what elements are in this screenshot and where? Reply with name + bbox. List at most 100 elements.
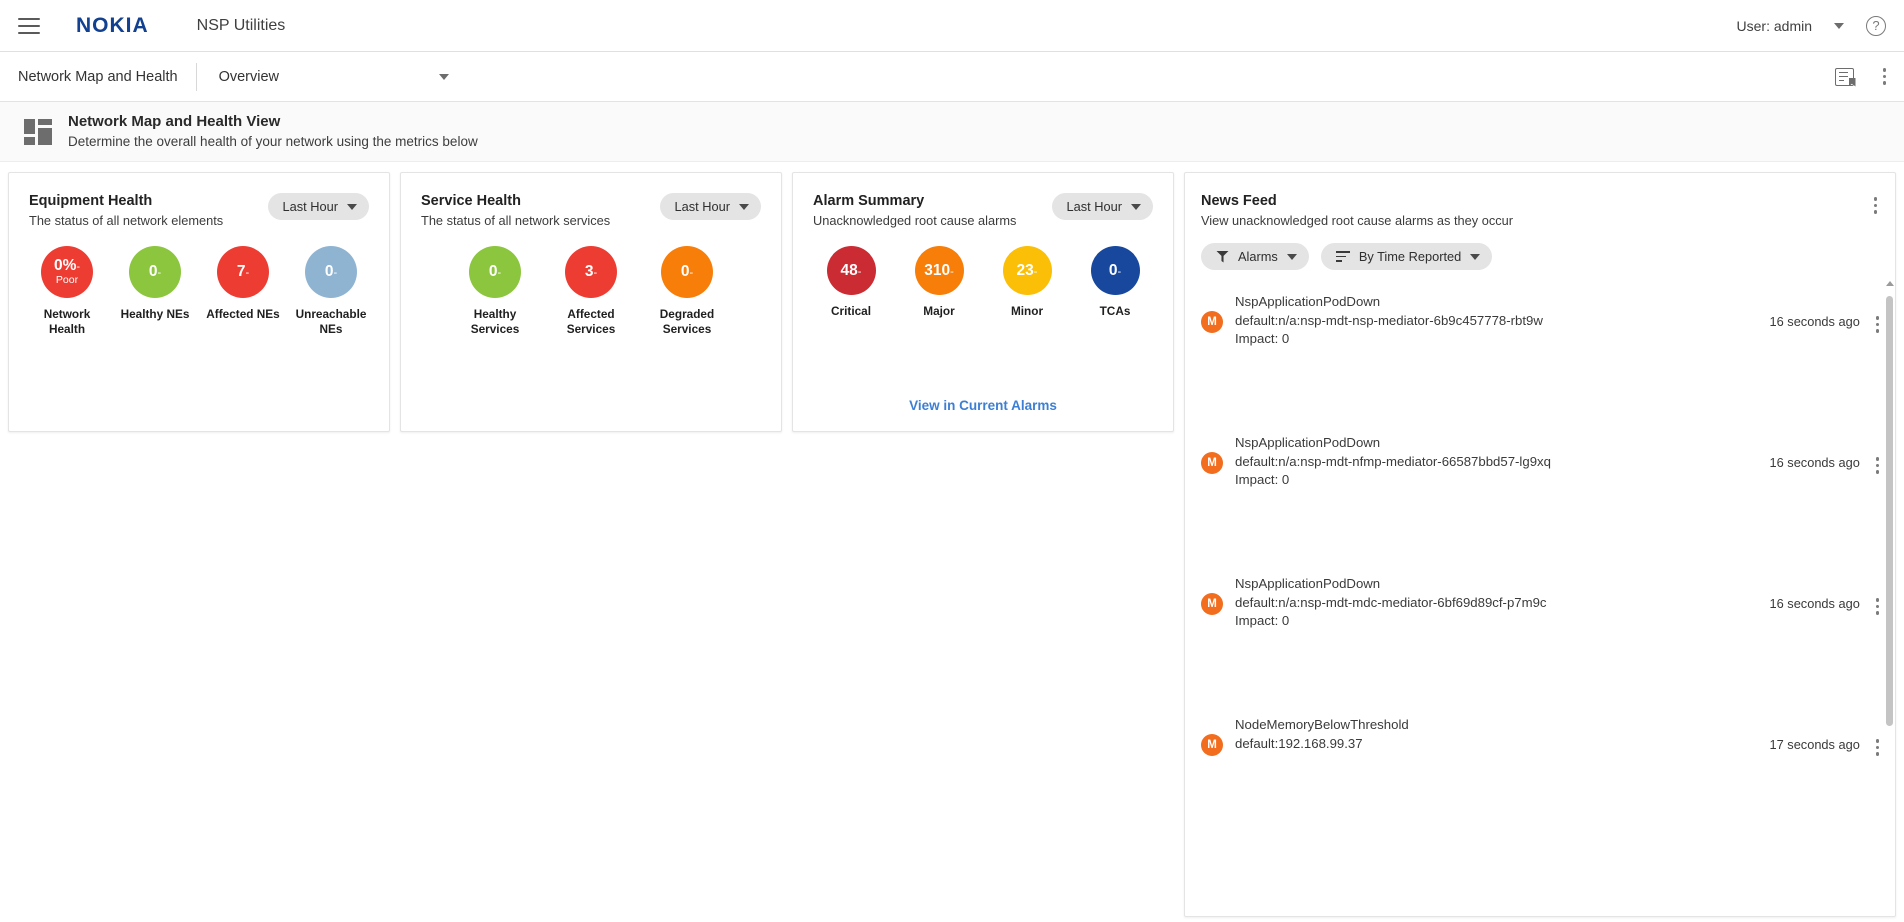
kpi-dash: - [689,267,694,280]
equipment-health-kpis: 0%- Poor Network Health 0- Healthy NEs 7… [9,228,389,338]
kpi-bubble[interactable]: 0- [1090,246,1140,295]
kpi-dash: - [1033,265,1038,278]
alarm-summary-subtitle: Unacknowledged root cause alarms [813,213,1017,228]
news-feed-item[interactable]: M NspApplicationPodDown default:n/a:nsp-… [1185,421,1895,562]
page-title: Network Map and Health View [68,113,281,131]
kpi-tcas: 0- TCAs [1075,246,1155,319]
alarm-summary-range-label: Last Hour [1066,199,1122,214]
service-health-range-dropdown[interactable]: Last Hour [659,193,761,220]
kpi-label: Healthy Services [470,307,520,337]
kpi-affected-nes: 7- Affected NEs [201,246,285,338]
alarm-impact: Impact: 0 [1235,613,1290,629]
kpi-dash: - [1117,265,1122,278]
news-feed-filter-label: Alarms [1238,249,1278,264]
kpi-bubble[interactable]: 48- [826,246,876,295]
kpi-bubble[interactable]: 0%- Poor [41,246,93,298]
alarm-object: default:192.168.99.37 [1235,735,1363,751]
user-menu-chevron-down-icon[interactable] [1834,22,1844,29]
equipment-health-range-label: Last Hour [282,199,338,214]
kpi-dash: - [76,260,81,273]
kpi-dash: - [245,267,250,280]
kpi-bubble[interactable]: 0- [661,246,713,298]
view-in-current-alarms-link[interactable]: View in Current Alarms [793,398,1173,413]
kpi-bubble[interactable]: 310- [914,246,964,295]
kpi-major: 310- Major [899,246,979,319]
breadcrumb-chevron-down-icon[interactable] [439,73,450,80]
chevron-down-icon [1470,253,1481,260]
breadcrumb-root[interactable]: Network Map and Health [18,69,196,85]
card-service-health: Service Health The status of all network… [400,172,782,432]
hamburger-icon[interactable] [18,17,40,34]
news-feed-scrollbar[interactable] [1886,280,1894,840]
equipment-health-range-dropdown[interactable]: Last Hour [267,193,369,220]
report-icon[interactable] [1834,67,1856,87]
kpi-unreachable-nes: 0- Unreachable NEs [289,246,373,338]
kpi-bubble[interactable]: 7- [217,246,269,298]
alarm-impact: Impact: 0 [1235,472,1290,488]
news-feed-sort-dropdown[interactable]: By Time Reported [1320,243,1493,270]
kpi-label: TCAs [1099,304,1131,318]
kpi-label: Affected Services [566,307,616,337]
news-feed-item-overflow-menu-icon[interactable] [1875,598,1879,615]
news-feed-overflow-menu-icon[interactable] [1873,197,1877,228]
alarm-name: NodeMemoryBelowThreshold [1235,717,1409,732]
alarm-name: NspApplicationPodDown [1235,294,1381,309]
kpi-label: Affected NEs [206,307,280,321]
breadcrumb-selected[interactable]: Overview [197,69,279,85]
kpi-minor: 23- Minor [987,246,1067,319]
card-equipment-health: Equipment Health The status of all netwo… [8,172,390,432]
news-feed-subtitle: View unacknowledged root cause alarms as… [1201,213,1514,228]
kpi-label: Major [923,304,955,318]
scrollbar-thumb[interactable] [1886,296,1893,726]
scroll-up-arrow-icon[interactable] [1886,281,1894,286]
dashboard-icon [24,118,52,145]
service-health-title: Service Health [421,193,521,209]
kpi-network-health: 0%- Poor Network Health [25,246,109,338]
alarm-object: default:n/a:nsp-mdt-mdc-mediator-6bf69d8… [1235,594,1547,610]
severity-major-icon: M [1201,734,1223,756]
news-feed-item-overflow-menu-icon[interactable] [1875,739,1879,756]
news-feed-item[interactable]: M NspApplicationPodDown default:n/a:nsp-… [1185,280,1895,421]
alarm-name: NspApplicationPodDown [1235,435,1381,450]
kpi-dash: - [950,265,954,278]
kpi-value: 23 [1016,261,1034,279]
alarm-timestamp: 17 seconds ago [1769,737,1860,752]
equipment-health-title: Equipment Health [29,193,153,209]
kpi-label: Healthy NEs [120,307,190,321]
alarm-object: default:n/a:nsp-mdt-nsp-mediator-6b9c457… [1235,312,1543,328]
equipment-health-subtitle: The status of all network elements [29,213,224,228]
kpi-bubble[interactable]: 0- [305,246,357,298]
kpi-critical: 48- Critical [811,246,891,319]
news-feed-item[interactable]: M NodeMemoryBelowThreshold default:192.1… [1185,703,1895,844]
service-health-subtitle: The status of all network services [421,213,611,228]
news-feed-filter-dropdown[interactable]: Alarms [1201,243,1309,270]
service-health-kpis: 0- Healthy Services 3- Affected Services… [401,228,781,338]
news-feed-item[interactable]: M NspApplicationPodDown default:n/a:nsp-… [1185,562,1895,703]
alarm-object: default:n/a:nsp-mdt-nfmp-mediator-66587b… [1235,453,1551,469]
app-top-bar: NOKIA NSP Utilities User: admin ? [0,0,1904,52]
news-feed-list: M NspApplicationPodDown default:n/a:nsp-… [1185,280,1895,916]
kpi-affected-services: 3- Affected Services [549,246,633,338]
kpi-value: 0% [53,256,77,274]
alarm-summary-range-dropdown[interactable]: Last Hour [1051,193,1153,220]
alarm-timestamp: 16 seconds ago [1769,314,1860,329]
nokia-logo: NOKIA [76,13,149,37]
news-feed-sort-label: By Time Reported [1358,249,1462,264]
kpi-label: Network Health [43,307,91,337]
news-feed-item-overflow-menu-icon[interactable] [1875,457,1879,474]
severity-major-icon: M [1201,593,1223,615]
page-overflow-menu-icon[interactable] [1882,68,1886,85]
service-health-range-label: Last Hour [674,199,730,214]
chevron-down-icon [739,203,749,210]
kpi-label: Degraded Services [659,307,715,337]
kpi-degraded-services: 0- Degraded Services [645,246,729,338]
kpi-sub: Poor [55,274,79,287]
kpi-bubble[interactable]: 0- [469,246,521,298]
kpi-bubble[interactable]: 3- [565,246,617,298]
help-icon[interactable]: ? [1866,15,1886,36]
kpi-bubble[interactable]: 0- [129,246,181,298]
alarm-timestamp: 16 seconds ago [1769,455,1860,470]
kpi-bubble[interactable]: 23- [1002,246,1052,295]
news-feed-item-overflow-menu-icon[interactable] [1875,316,1879,333]
user-label: User: admin [1736,17,1812,34]
